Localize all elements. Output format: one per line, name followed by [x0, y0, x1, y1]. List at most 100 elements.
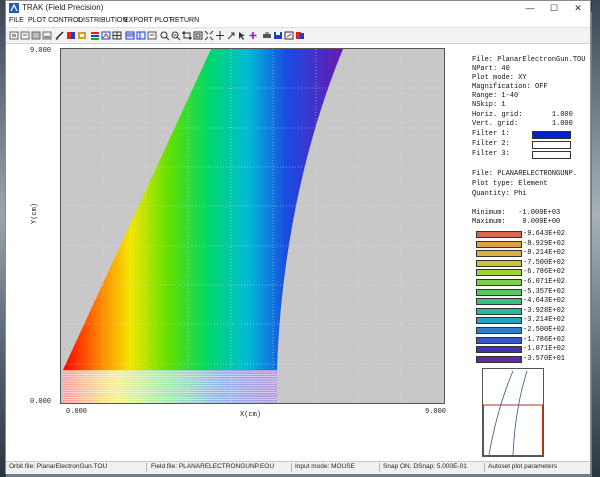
filter-3-swatch[interactable]: [532, 151, 571, 159]
refresh-icon[interactable]: [42, 30, 52, 41]
legend-value: -3.214E+02: [523, 316, 566, 325]
legend-swatch: [476, 279, 522, 286]
legend-swatch: [476, 355, 522, 363]
info-minimum: Minimum: -1.000E+03: [472, 209, 561, 217]
menu-bar: FILE PLOT CONTROL DISTRIBUTION EXPORT PL…: [6, 16, 590, 27]
status-input-mode: Input mode: MOUSE: [295, 463, 355, 470]
legend-value: -9.643E+02: [523, 230, 566, 238]
legend-value: -6.786E+02: [523, 268, 566, 277]
field-plot-canvas: [61, 49, 444, 403]
app-icon: [9, 3, 19, 13]
filter-1-label: Filter 1:: [472, 130, 510, 138]
search-minus-icon[interactable]: [171, 30, 181, 41]
stop-icon[interactable]: [77, 30, 87, 41]
info-plot-mode: Plot mode: XY: [472, 74, 527, 82]
minimize-button[interactable]: —: [518, 1, 542, 16]
graph-icon[interactable]: [125, 30, 135, 41]
status-autoset[interactable]: Autoset plot parameters: [488, 463, 557, 470]
menu-file[interactable]: FILE: [9, 17, 24, 24]
filter-icon[interactable]: [101, 30, 111, 41]
status-bar: Orbit file: PlanarElectronGun.TOU Field …: [6, 461, 590, 474]
save-icon[interactable]: [273, 30, 283, 41]
info-vert-grid: Vert. grid: 1.000: [472, 120, 573, 128]
menu-distribution[interactable]: DISTRIBUTION: [78, 17, 127, 24]
x-max-label: 9.000: [425, 408, 447, 416]
status-snap: Snap ON, DSnap: 5.000E-01: [383, 463, 467, 470]
filter-2-label: Filter 2:: [472, 140, 510, 148]
x-axis-label: X(cm): [240, 411, 262, 419]
window-title: TRAK (Field Precision): [22, 3, 104, 12]
menu-return[interactable]: RETURN: [170, 17, 199, 24]
status-divider: [484, 463, 485, 472]
shrink-icon[interactable]: [193, 30, 203, 41]
grid-icon[interactable]: [112, 30, 122, 41]
legend-swatch: [476, 269, 522, 277]
y-max-label: 9.000: [30, 47, 52, 55]
minimap-boundary-right: [512, 370, 528, 456]
info-nskip: NSkip: 1: [472, 101, 506, 109]
status-divider: [291, 463, 292, 472]
filter-1-swatch[interactable]: [532, 131, 571, 139]
legend-swatch: [476, 346, 522, 354]
search-icon[interactable]: [160, 30, 170, 41]
status-divider: [146, 463, 147, 472]
copy-icon[interactable]: [295, 30, 305, 41]
minimap-canvas: [483, 370, 543, 456]
legend-swatch: [476, 259, 522, 267]
pencil-icon[interactable]: [55, 30, 65, 41]
legend-swatch: [476, 288, 522, 296]
menu-export-plot[interactable]: EXPORT PLOT: [124, 17, 173, 24]
overview-minimap[interactable]: [482, 368, 544, 457]
title-bar[interactable]: TRAK (Field Precision) — ☐ ✕: [6, 1, 590, 16]
arrow-icon[interactable]: [226, 30, 236, 41]
legend-value: -5.357E+02: [523, 287, 566, 296]
status-orbit-file: Orbit file: PlanarElectronGun.TOU: [9, 463, 108, 470]
legend-value: -1.786E+02: [523, 335, 566, 344]
y-min-label: 0.000: [30, 398, 52, 406]
print-icon[interactable]: [262, 30, 272, 41]
desktop-background-right: [592, 0, 600, 477]
info-quantity: Quantity: Phi: [472, 190, 527, 198]
legend-swatch: [476, 307, 522, 315]
status-divider: [379, 463, 380, 472]
legend-swatch: [476, 327, 522, 334]
select-icon[interactable]: [237, 30, 247, 41]
zoom-out-icon[interactable]: [20, 30, 30, 41]
info-file: File: PlanarElectronGun.TOU: [472, 56, 586, 64]
legend-value: -4.643E+02: [523, 297, 566, 306]
palette-icon[interactable]: [66, 30, 76, 41]
move-icon[interactable]: [215, 30, 225, 41]
legend-swatch: [476, 250, 522, 258]
legend-value: -1.071E+02: [523, 345, 566, 354]
field-plot[interactable]: [60, 48, 445, 404]
pan-icon[interactable]: [31, 30, 41, 41]
fit-icon[interactable]: [204, 30, 214, 41]
close-button[interactable]: ✕: [566, 1, 590, 16]
legend-swatch: [476, 231, 522, 238]
legend-swatch: [476, 240, 522, 248]
legend-value: -6.071E+02: [523, 278, 566, 286]
expand-icon[interactable]: [182, 30, 192, 41]
legend-value: -7.500E+02: [523, 258, 566, 267]
y-axis-label: Y(cm): [31, 202, 39, 224]
filter-2-swatch[interactable]: [532, 141, 571, 149]
legend-value: -3.570E+01: [523, 354, 566, 363]
potential-region: [63, 49, 343, 370]
filter-3-label: Filter 3:: [472, 150, 510, 158]
info-maximum: Maximum: 0.000E+00: [472, 218, 561, 226]
magnify-icon[interactable]: [147, 30, 157, 41]
maximize-button[interactable]: ☐: [542, 1, 566, 16]
legend-value: -8.929E+02: [523, 239, 566, 248]
plus-icon[interactable]: [248, 30, 258, 41]
color-bar-icon[interactable]: [90, 30, 100, 41]
legend-value: -2.500E+02: [523, 326, 566, 334]
legend-swatch: [476, 336, 522, 344]
info-range: Range: 1-40: [472, 92, 519, 100]
zoom-in-icon[interactable]: [9, 30, 19, 41]
info-plot-type: Plot type: Element: [472, 180, 548, 188]
export-icon[interactable]: [284, 30, 294, 41]
menu-plot-control[interactable]: PLOT CONTROL: [28, 17, 82, 24]
table-icon[interactable]: [136, 30, 146, 41]
minimap-boundary-left: [488, 370, 514, 456]
legend-swatch: [476, 317, 522, 325]
